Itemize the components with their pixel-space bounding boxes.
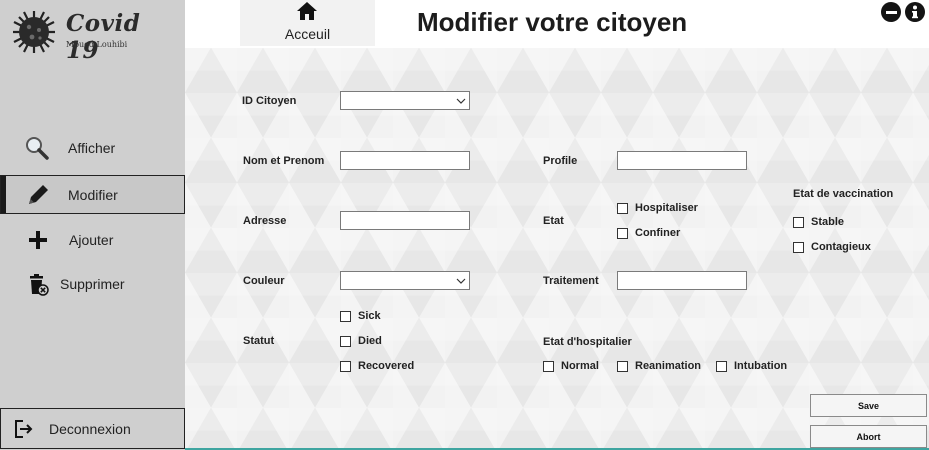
etat-hospitaliser-checkbox[interactable]: Hospitaliser — [617, 202, 698, 214]
checkbox-box — [793, 241, 804, 253]
couleur-label: Couleur — [243, 275, 285, 287]
couleur-select[interactable] — [340, 271, 470, 290]
app-logo: Covid 19 Moued Louhibi — [10, 8, 180, 64]
statut-sick-checkbox[interactable]: Sick — [340, 310, 381, 322]
checkbox-label: Contagieux — [811, 241, 871, 253]
checkbox-box — [543, 360, 554, 372]
profile-input[interactable] — [617, 151, 747, 170]
profile-label: Profile — [543, 155, 578, 167]
checkbox-box — [617, 202, 628, 214]
info-button[interactable] — [905, 2, 925, 22]
checkbox-box — [340, 310, 351, 322]
plus-icon — [25, 227, 51, 253]
save-button[interactable]: Save — [810, 394, 927, 417]
checkbox-label: Died — [358, 335, 382, 347]
checkbox-box — [793, 216, 804, 228]
checkbox-box — [340, 360, 351, 372]
checkbox-label: Recovered — [358, 360, 415, 372]
magnifier-icon — [24, 135, 50, 161]
logout-label: Deconnexion — [49, 420, 131, 437]
traitement-input[interactable] — [617, 271, 747, 290]
statut-recovered-checkbox[interactable]: Recovered — [340, 360, 414, 372]
logo-subtitle: Moued Louhibi — [66, 40, 128, 49]
logout-button[interactable]: Deconnexion — [0, 408, 185, 449]
traitement-label: Traitement — [543, 275, 599, 287]
hospitalier-reanimation-checkbox[interactable]: Reanimation — [617, 360, 701, 372]
adresse-input[interactable] — [340, 211, 470, 230]
adresse-label: Adresse — [243, 215, 287, 227]
vaccination-contagieux-checkbox[interactable]: Contagieux — [793, 241, 871, 253]
checkbox-label: Confiner — [635, 227, 681, 239]
trash-icon — [25, 271, 51, 297]
logo-title: Covid 19 — [66, 10, 141, 64]
sidebar-item-modifier[interactable]: Modifier — [0, 175, 185, 214]
sidebar: Covid 19 Moued Louhibi Afficher Modifier — [0, 0, 185, 450]
id-citoyen-select[interactable] — [340, 91, 470, 110]
info-icon — [912, 5, 918, 19]
hospitalier-normal-checkbox[interactable]: Normal — [543, 360, 599, 372]
sidebar-item-ajouter[interactable]: Ajouter — [0, 220, 185, 259]
home-icon — [297, 2, 317, 20]
sidebar-item-label: Supprimer — [60, 275, 125, 292]
checkbox-box — [340, 335, 351, 347]
sidebar-item-afficher[interactable]: Afficher — [0, 128, 185, 167]
pen-icon — [25, 182, 51, 208]
sidebar-item-label: Afficher — [68, 139, 116, 156]
statut-label: Statut — [243, 335, 275, 347]
sidebar-item-supprimer[interactable]: Supprimer — [0, 264, 185, 303]
checkbox-box — [716, 360, 727, 372]
checkbox-box — [617, 360, 628, 372]
page-title: Modifier votre citoyen — [417, 7, 688, 37]
chevron-down-icon — [456, 98, 466, 104]
checkbox-box — [617, 227, 628, 239]
sidebar-item-label: Modifier — [68, 186, 118, 203]
home-tab[interactable]: Acceuil — [240, 0, 375, 46]
etat-label: Etat — [543, 215, 564, 227]
sidebar-item-label: Ajouter — [69, 231, 114, 248]
id-citoyen-label: ID Citoyen — [242, 95, 297, 107]
nom-prenom-input[interactable] — [340, 151, 470, 170]
etat-hospitalier-label: Etat d'hospitalier — [543, 336, 632, 348]
statut-died-checkbox[interactable]: Died — [340, 335, 382, 347]
checkbox-label: Hospitaliser — [635, 202, 698, 214]
logout-icon — [11, 416, 37, 442]
minimize-button[interactable] — [881, 2, 901, 22]
vaccination-stable-checkbox[interactable]: Stable — [793, 216, 844, 228]
vaccination-label: Etat de vaccination — [793, 188, 894, 200]
virus-icon — [13, 11, 55, 53]
hospitalier-intubation-checkbox[interactable]: Intubation — [716, 360, 787, 372]
checkbox-label: Normal — [561, 360, 599, 372]
checkbox-label: Intubation — [734, 360, 788, 372]
nom-prenom-label: Nom et Prenom — [243, 155, 325, 167]
checkbox-label: Sick — [358, 310, 381, 322]
etat-confiner-checkbox[interactable]: Confiner — [617, 227, 680, 239]
chevron-down-icon — [456, 278, 466, 284]
minus-icon — [885, 10, 897, 14]
abort-button[interactable]: Abort — [810, 425, 927, 448]
checkbox-label: Reanimation — [635, 360, 702, 372]
home-label: Acceuil — [284, 26, 331, 42]
checkbox-label: Stable — [811, 216, 845, 228]
